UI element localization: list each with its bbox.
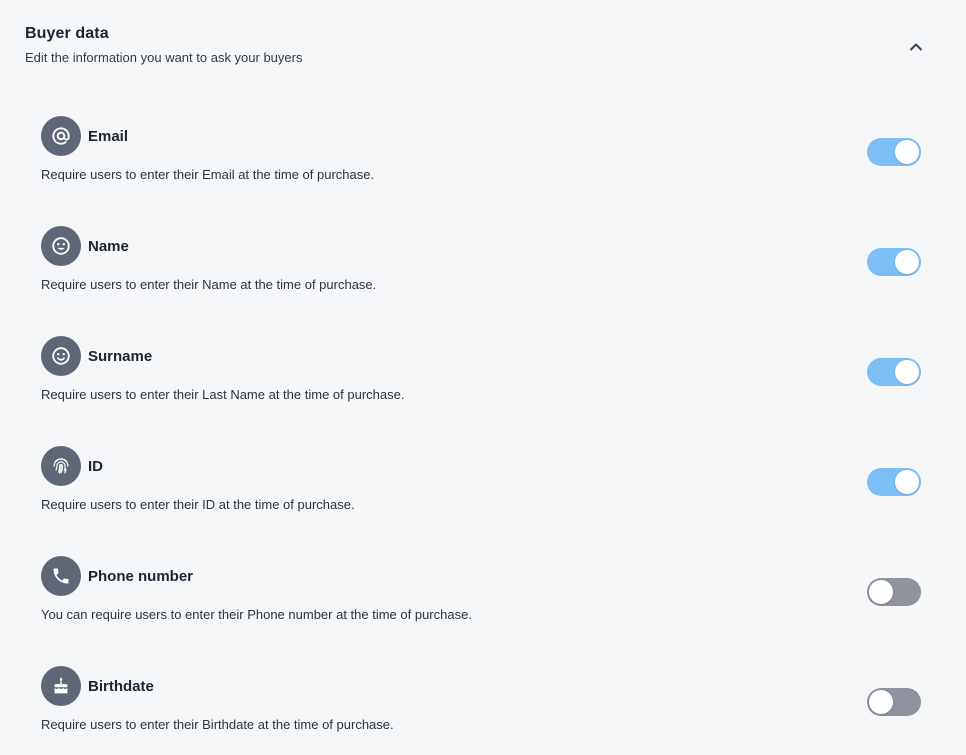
field-email: Email Require users to enter their Email…	[41, 116, 921, 226]
name-toggle[interactable]	[867, 248, 921, 276]
smiley-face-icon	[41, 336, 81, 376]
field-description: Require users to enter their Name at the…	[41, 277, 377, 292]
field-label: Name	[88, 238, 129, 255]
buyer-data-panel: Buyer data Edit the information you want…	[0, 0, 966, 755]
section-title: Buyer data	[25, 25, 109, 42]
field-birthdate: Birthdate Require users to enter their B…	[41, 666, 921, 755]
smiley-face-icon	[41, 226, 81, 266]
toggle-knob	[869, 690, 893, 714]
birthdate-toggle[interactable]	[867, 688, 921, 716]
field-label: Email	[88, 128, 129, 145]
field-description: Require users to enter their Email at th…	[41, 167, 375, 182]
chevron-up-icon	[909, 42, 923, 51]
field-surname: Surname Require users to enter their Las…	[41, 336, 921, 446]
field-description: Require users to enter their Birthdate a…	[41, 717, 394, 732]
id-toggle[interactable]	[867, 468, 921, 496]
field-label: Surname	[88, 348, 153, 365]
field-label: Phone number	[88, 568, 194, 585]
field-description: Require users to enter their Last Name a…	[41, 387, 405, 402]
toggle-knob	[895, 470, 919, 494]
surname-toggle[interactable]	[867, 358, 921, 386]
at-sign-icon	[41, 116, 81, 156]
section-subtitle: Edit the information you want to ask you…	[25, 50, 303, 65]
field-description: Require users to enter their ID at the t…	[41, 497, 355, 512]
phone-icon	[41, 556, 81, 596]
collapse-button[interactable]	[904, 34, 928, 58]
section-header: Buyer data Edit the information you want…	[25, 24, 941, 66]
field-label: Birthdate	[88, 678, 154, 695]
buyer-fields-list: Email Require users to enter their Email…	[41, 116, 921, 755]
email-toggle[interactable]	[867, 138, 921, 166]
toggle-knob	[895, 250, 919, 274]
toggle-knob	[895, 360, 919, 384]
birthday-cake-icon	[41, 666, 81, 706]
field-description: You can require users to enter their Pho…	[41, 607, 472, 622]
toggle-knob	[895, 140, 919, 164]
fingerprint-icon	[41, 446, 81, 486]
toggle-knob	[869, 580, 893, 604]
field-phone-number: Phone number You can require users to en…	[41, 556, 921, 666]
field-id: ID Require users to enter their ID at th…	[41, 446, 921, 556]
field-name: Name Require users to enter their Name a…	[41, 226, 921, 336]
field-label: ID	[88, 458, 103, 475]
phone-number-toggle[interactable]	[867, 578, 921, 606]
